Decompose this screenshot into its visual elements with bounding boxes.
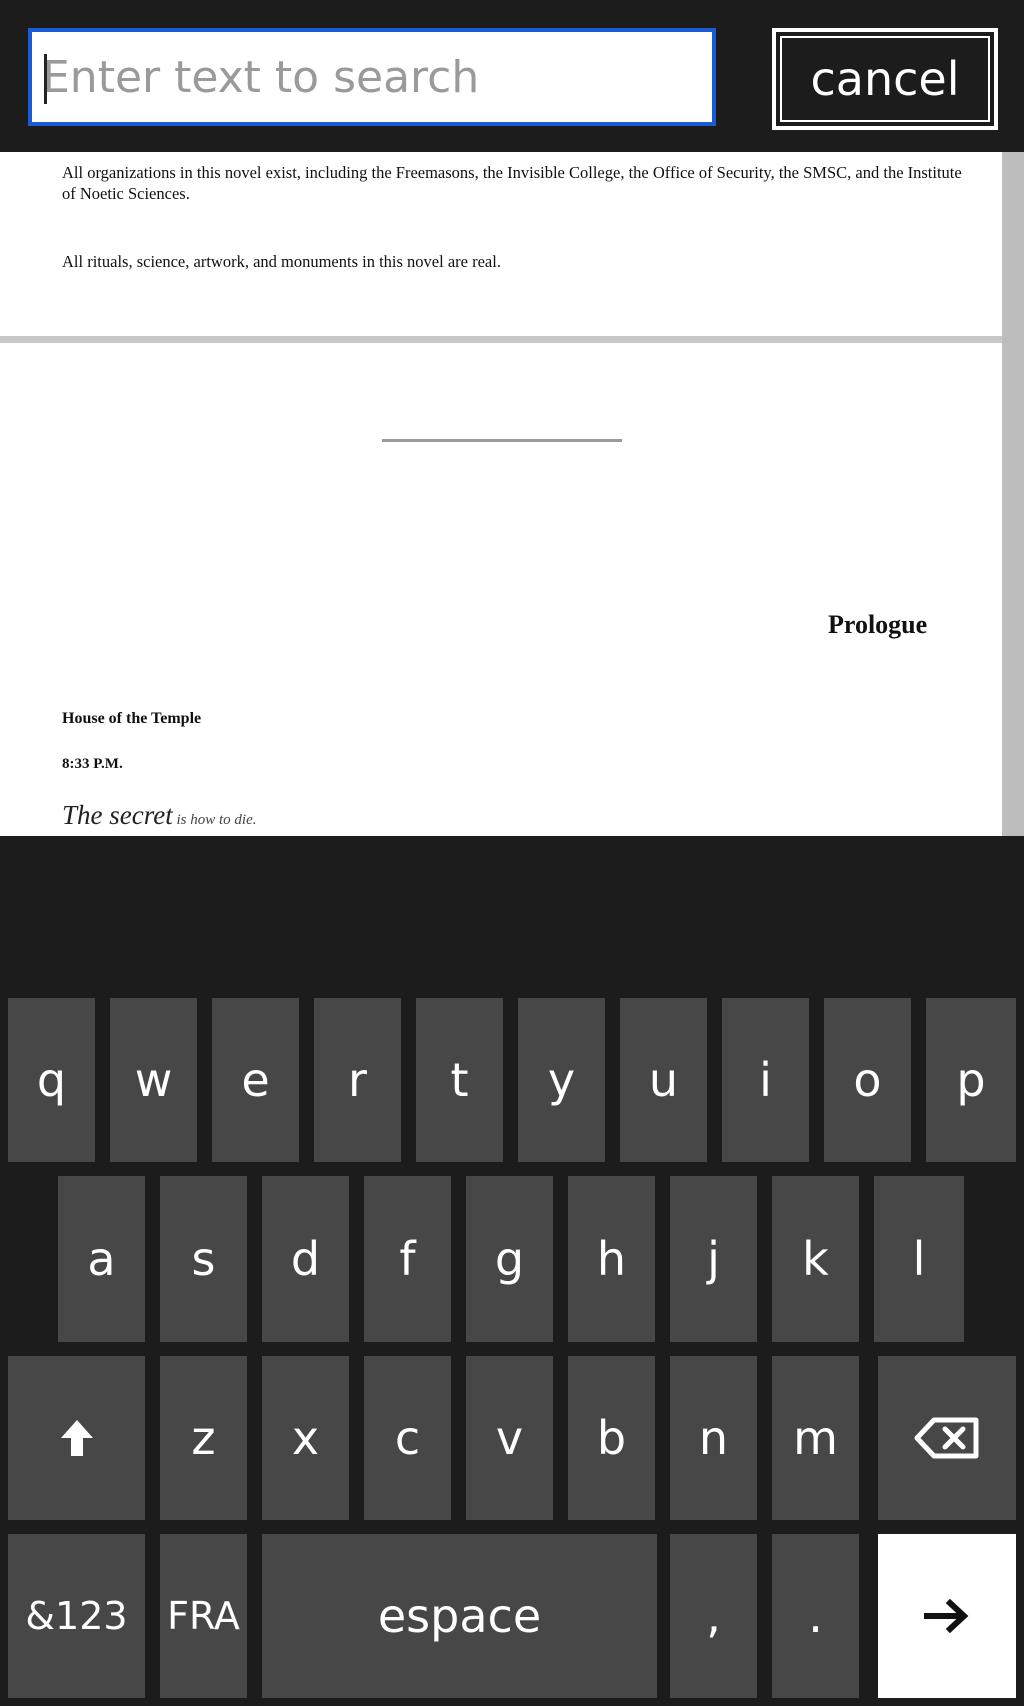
key-p[interactable]: p (926, 998, 1016, 1162)
key-q[interactable]: q (8, 998, 95, 1162)
key-f[interactable]: f (364, 1176, 451, 1342)
key-v[interactable]: v (466, 1356, 553, 1520)
document-view: All organizations in this novel exist, i… (0, 152, 1024, 836)
period-key[interactable]: . (772, 1534, 859, 1698)
key-s[interactable]: s (160, 1176, 247, 1342)
key-e[interactable]: e (212, 998, 299, 1162)
shift-arrow-icon (60, 1420, 93, 1456)
backspace-key[interactable] (878, 1356, 1016, 1520)
space-key[interactable]: espace (262, 1534, 657, 1698)
comma-key[interactable]: , (670, 1534, 757, 1698)
key-c[interactable]: c (364, 1356, 451, 1520)
key-w[interactable]: w (110, 998, 197, 1162)
key-r[interactable]: r (314, 998, 401, 1162)
opening-line-rest: is how to die. (172, 812, 257, 828)
key-z[interactable]: z (160, 1356, 247, 1520)
cancel-button[interactable]: cancel (769, 25, 1001, 133)
opening-line: The secret is how to die. (62, 800, 256, 831)
key-t[interactable]: t (416, 998, 503, 1162)
section-divider (382, 439, 622, 442)
search-input[interactable] (42, 32, 702, 122)
key-o[interactable]: o (824, 998, 911, 1162)
key-m[interactable]: m (772, 1356, 859, 1520)
opening-line-lead: The secret (62, 800, 173, 830)
search-bar: cancel (0, 0, 1024, 152)
key-a[interactable]: a (58, 1176, 145, 1342)
key-i[interactable]: i (722, 998, 809, 1162)
on-screen-keyboard: q w e r t y u i o p a s d f g h j k l z … (0, 836, 1024, 1706)
key-j[interactable]: j (670, 1176, 757, 1342)
key-k[interactable]: k (772, 1176, 859, 1342)
key-h[interactable]: h (568, 1176, 655, 1342)
key-n[interactable]: n (670, 1356, 757, 1520)
backspace-icon (914, 1417, 979, 1459)
key-x[interactable]: x (262, 1356, 349, 1520)
scrollbar[interactable] (1002, 152, 1024, 836)
key-g[interactable]: g (466, 1176, 553, 1342)
key-y[interactable]: y (518, 998, 605, 1162)
chapter-title: Prologue (828, 610, 928, 639)
symbols-key[interactable]: &123 (8, 1534, 145, 1698)
text-caret (44, 54, 47, 104)
enter-key[interactable] (878, 1534, 1016, 1698)
shift-key[interactable] (8, 1356, 145, 1520)
location-heading: House of the Temple (62, 710, 202, 727)
key-b[interactable]: b (568, 1356, 655, 1520)
paragraph-rituals: All rituals, science, artwork, and monum… (62, 252, 501, 271)
key-u[interactable]: u (620, 998, 707, 1162)
time-heading: 8:33 P.M. (62, 756, 123, 772)
key-l[interactable]: l (874, 1176, 964, 1342)
paragraph-organizations: All organizations in this novel exist, i… (62, 163, 962, 203)
page-separator (0, 336, 1002, 343)
enter-arrow-icon (924, 1599, 969, 1633)
search-box[interactable] (28, 28, 716, 126)
key-d[interactable]: d (262, 1176, 349, 1342)
language-key[interactable]: FRA (160, 1534, 247, 1698)
